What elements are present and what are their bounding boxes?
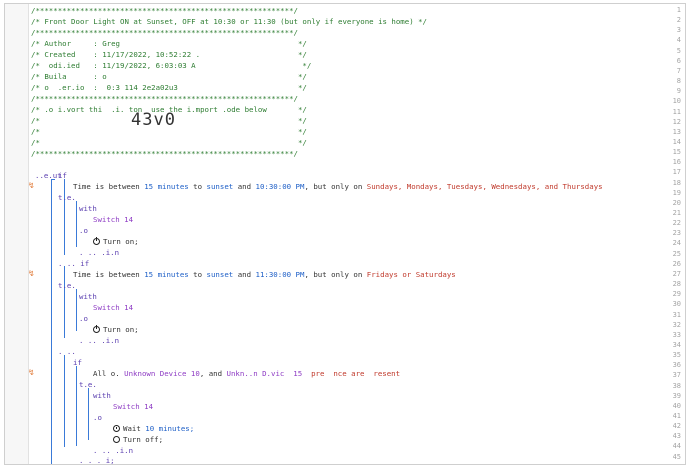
sunset-value: sunset xyxy=(206,182,234,191)
sunset-value: sunset xyxy=(206,270,234,279)
line-number-gutter xyxy=(5,4,29,464)
device-switch14[interactable]: Switch 14 xyxy=(113,401,153,412)
wait-duration: 10 minutes; xyxy=(145,424,195,433)
and-separator: , and xyxy=(199,369,223,378)
power-off-icon xyxy=(113,436,120,443)
line-number: 45 xyxy=(672,452,681,461)
are-present-value: are resent xyxy=(351,369,401,378)
comment-border-top: /***************************************… xyxy=(31,6,298,15)
but-only-text: , but only on xyxy=(304,270,363,279)
end-if-keyword: . . . i; xyxy=(79,456,115,465)
is-between-text: is between xyxy=(95,182,140,191)
condition-line-2[interactable]: Time is between 15 minutes to sunset and… xyxy=(73,269,456,280)
created-comment: /* Created : 11/17/2022, 10:52:22 . */ xyxy=(31,50,307,59)
else-if-keyword: . .. if xyxy=(58,259,90,268)
power-icon xyxy=(93,325,100,333)
condition-flag-icon: ↯ xyxy=(28,181,35,190)
condition-line-3[interactable]: All o. Unknown Device 10, and Unkn..n D.… xyxy=(93,368,400,379)
turn-on-command[interactable]: Turn on; xyxy=(93,236,139,247)
else-keyword: . .. xyxy=(58,347,76,356)
code-area: /***************************************… xyxy=(28,4,685,465)
comment-blank: /* */ xyxy=(31,138,307,147)
turn-on-command[interactable]: Turn on; xyxy=(93,324,139,335)
is-between-text: is between xyxy=(95,270,140,279)
end-with-keyword: . .. .i.n xyxy=(79,336,120,345)
with-keyword: with xyxy=(93,391,111,400)
and-text: and xyxy=(237,270,252,279)
then-keyword: t.e. xyxy=(58,281,76,290)
end-time-value: 11:30:00 PM xyxy=(255,270,305,279)
clock-icon xyxy=(113,425,120,432)
wait-label: Wait xyxy=(123,424,141,433)
piston-code-viewer: /***************************************… xyxy=(4,3,686,465)
then-keyword: t.e. xyxy=(58,193,76,202)
wait-command[interactable]: Wait 10 minutes; xyxy=(113,423,194,434)
to-text: to xyxy=(193,182,203,191)
time-keyword: Time xyxy=(73,182,91,191)
do-keyword: .o xyxy=(93,413,102,422)
do-keyword: .o xyxy=(79,226,88,235)
end-with-keyword: . .. .i.n xyxy=(79,248,120,257)
offset-value: 15 minutes xyxy=(144,270,189,279)
modified-comment: /* odi.ied : 11/19/2022, 6:03:03 A */ xyxy=(31,61,312,70)
comment-border: /***************************************… xyxy=(31,94,298,103)
device-unknown-15: Unkn..n D.vic 15 xyxy=(226,369,303,378)
turn-off-command[interactable]: Turn off; xyxy=(113,434,163,445)
condition-flag-icon: ↯ xyxy=(28,269,35,278)
with-keyword: with xyxy=(79,292,97,301)
author-comment: /* Author : Greg */ xyxy=(31,39,307,48)
do-keyword: .o xyxy=(79,314,88,323)
turn-off-label: Turn off; xyxy=(123,435,164,444)
comment-border: /***************************************… xyxy=(31,28,298,37)
time-keyword: Time xyxy=(73,270,91,279)
but-only-text: , but only on xyxy=(304,182,363,191)
if-keyword: if xyxy=(58,171,67,180)
condition-line-1[interactable]: Time is between 15 minutes to sunset and… xyxy=(73,181,603,192)
piston-title-comment: /* Front Door Light ON at Sunset, OFF at… xyxy=(31,17,428,26)
if-keyword: if xyxy=(73,358,82,367)
power-icon xyxy=(93,237,100,245)
presence-attribute: pre nce xyxy=(311,369,347,378)
version-comment: /* o .er.io : 0:3 114 2e2a02u3 */ xyxy=(31,83,307,92)
build-comment: /* Buila : o */ xyxy=(31,72,307,81)
device-switch14[interactable]: Switch 14 xyxy=(93,214,133,225)
end-time-value: 10:30:00 PM xyxy=(255,182,305,191)
turn-on-label: Turn on; xyxy=(103,325,139,334)
comment-border-bottom: /***************************************… xyxy=(31,149,298,158)
condition-flag-icon: ↯ xyxy=(28,368,35,377)
with-keyword: with xyxy=(79,204,97,213)
import-code: 43v0 xyxy=(131,110,176,130)
to-text: to xyxy=(193,270,203,279)
offset-value: 15 minutes xyxy=(144,182,189,191)
device-unknown-10: Unknown Device 10 xyxy=(124,369,200,378)
and-text: and xyxy=(237,182,252,191)
all-of-text: All o. xyxy=(93,369,120,378)
device-switch14[interactable]: Switch 14 xyxy=(93,302,133,313)
days-value: Sundays, Mondays, Tuesdays, Wednesdays, … xyxy=(366,182,603,191)
days-value: Fridays or Saturdays xyxy=(366,270,456,279)
turn-on-label: Turn on; xyxy=(103,237,139,246)
